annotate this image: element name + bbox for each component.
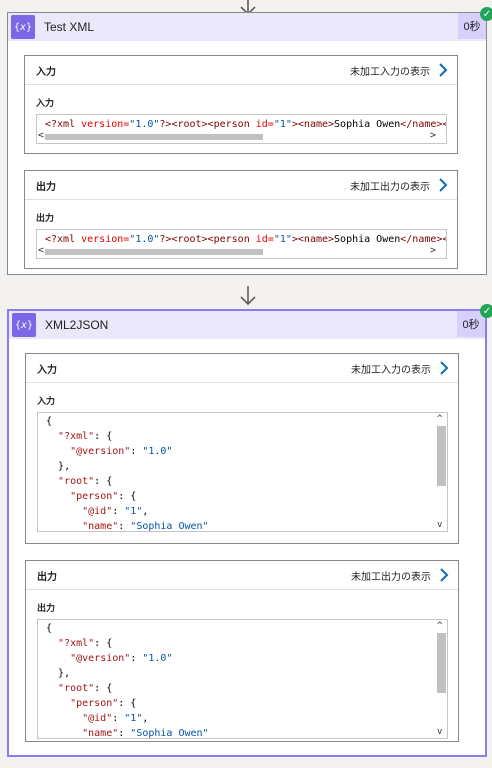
action-card-xml2json[interactable]: {x} XML2JSON 0秒 入力 未加工入力の表示 入力 { "?xml":… [7, 309, 487, 757]
section-label: 出力 [36, 181, 56, 193]
horizontal-scrollbar[interactable]: < > [37, 130, 446, 143]
code-line: "root": { [58, 476, 113, 487]
section-header: 入力 未加工入力の表示 [26, 354, 458, 383]
show-raw-inputs-link[interactable]: 未加工入力の表示 [350, 63, 449, 78]
section-header: 入力 未加工入力の表示 [25, 56, 457, 85]
section-header: 出力 未加工出力の表示 [26, 561, 458, 590]
scroll-right-icon[interactable]: > [430, 130, 436, 141]
scrollbar-thumb[interactable] [437, 633, 446, 693]
code-line: "name": "Sophia Owen" [82, 728, 209, 739]
inputs-section: 入力 未加工入力の表示 入力 { "?xml": { "@version": "… [25, 353, 459, 544]
code-line: <?xml version="1.0"?><root><person id="1… [45, 234, 446, 245]
horizontal-scrollbar[interactable]: < > [37, 245, 446, 258]
scroll-down-icon[interactable]: v [437, 727, 442, 737]
card-title: XML2JSON [45, 318, 109, 332]
code-line: "person": { [70, 491, 137, 502]
code-line: "person": { [70, 698, 137, 709]
scroll-right-icon[interactable]: > [430, 245, 436, 256]
chevron-right-icon [439, 178, 448, 192]
scroll-up-icon[interactable]: ^ [437, 621, 442, 631]
xml-code-viewer[interactable]: <?xml version="1.0"?><root><person id="1… [36, 229, 447, 259]
scroll-left-icon[interactable]: < [38, 245, 44, 256]
outputs-section: 出力 未加工出力の表示 出力 { "?xml": { "@version": "… [25, 560, 459, 742]
card-header[interactable]: {x} XML2JSON 0秒 [9, 311, 485, 339]
inputs-section: 入力 未加工入力の表示 入力 <?xml version="1.0"?><roo… [24, 55, 458, 154]
raw-link-label: 未加工入力の表示 [351, 364, 431, 376]
chevron-right-icon [439, 63, 448, 77]
sub-label: 入力 [37, 396, 56, 406]
code-line: { [46, 623, 53, 634]
show-raw-outputs-link[interactable]: 未加工出力の表示 [350, 178, 449, 193]
variable-braces-icon: {x} [11, 15, 35, 39]
code-line: }, [58, 461, 71, 472]
code-line: "?xml": { [58, 431, 113, 442]
sub-label: 出力 [37, 603, 56, 613]
scrollbar-thumb[interactable] [437, 426, 446, 486]
vertical-scrollbar[interactable]: ^ v [436, 413, 447, 531]
code-line: <?xml version="1.0"?><root><person id="1… [45, 119, 446, 130]
sub-label: 出力 [36, 213, 55, 223]
action-card-test-xml[interactable]: {x} Test XML 0秒 入力 未加工入力の表示 入力 <?xml ver… [7, 12, 487, 275]
code-line: "@id": "1", [82, 506, 149, 517]
chevron-right-icon [440, 568, 449, 582]
scroll-left-icon[interactable]: < [38, 130, 44, 141]
section-label: 入力 [37, 364, 57, 376]
success-check-icon: ✓ [480, 7, 492, 21]
success-check-icon: ✓ [480, 304, 492, 318]
raw-link-label: 未加工出力の表示 [351, 571, 431, 583]
xml-code-viewer[interactable]: <?xml version="1.0"?><root><person id="1… [36, 114, 447, 144]
vertical-scrollbar[interactable]: ^ v [436, 620, 447, 738]
card-title: Test XML [44, 20, 95, 34]
scrollbar-thumb[interactable] [45, 134, 263, 140]
section-label: 出力 [37, 571, 57, 583]
flow-arrow-icon [240, 286, 256, 306]
section-label: 入力 [36, 66, 56, 78]
raw-link-label: 未加工出力の表示 [350, 181, 430, 193]
code-line: "@version": "1.0" [70, 653, 173, 664]
json-code-viewer[interactable]: { "?xml": { "@version": "1.0" }, "root":… [37, 619, 448, 739]
code-line: "@id": "1", [82, 713, 149, 724]
chevron-right-icon [440, 361, 449, 375]
scrollbar-thumb[interactable] [45, 249, 263, 255]
code-line: "root": { [58, 683, 113, 694]
code-line: }, [58, 668, 71, 679]
card-header[interactable]: {x} Test XML 0秒 [8, 13, 486, 41]
scroll-down-icon[interactable]: v [437, 520, 442, 530]
scroll-up-icon[interactable]: ^ [437, 414, 442, 424]
show-raw-inputs-link[interactable]: 未加工入力の表示 [351, 361, 450, 376]
variable-braces-icon: {x} [12, 313, 36, 337]
section-header: 出力 未加工出力の表示 [25, 171, 457, 200]
raw-link-label: 未加工入力の表示 [350, 66, 430, 78]
sub-label: 入力 [36, 98, 55, 108]
code-line: "?xml": { [58, 638, 113, 649]
json-code-viewer[interactable]: { "?xml": { "@version": "1.0" }, "root":… [37, 412, 448, 532]
show-raw-outputs-link[interactable]: 未加工出力の表示 [351, 568, 450, 583]
code-line: { [46, 416, 53, 427]
outputs-section: 出力 未加工出力の表示 出力 <?xml version="1.0"?><roo… [24, 170, 458, 269]
code-line: "name": "Sophia Owen" [82, 521, 209, 532]
code-line: "@version": "1.0" [70, 446, 173, 457]
